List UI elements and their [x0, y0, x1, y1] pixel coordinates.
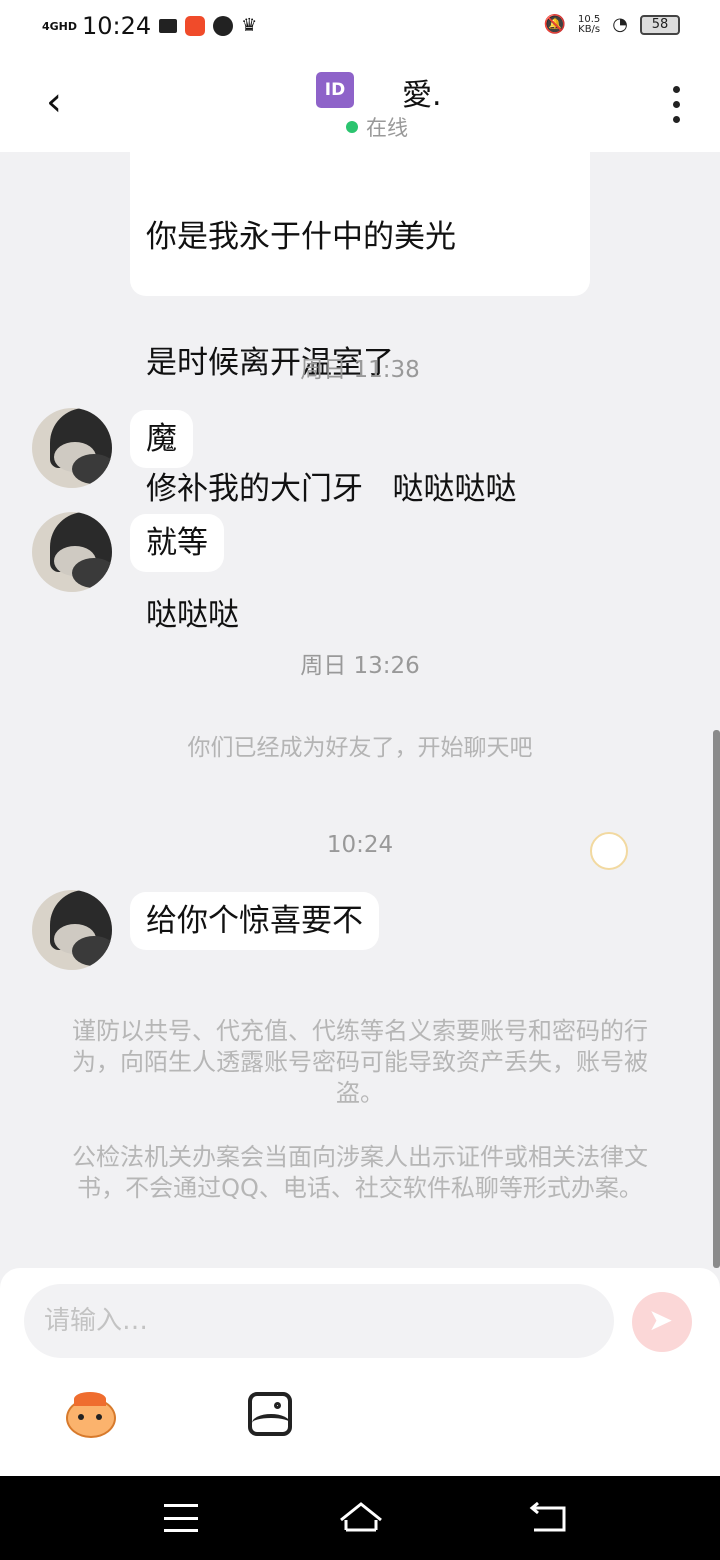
crown-icon: ♛ — [241, 15, 258, 36]
recent-apps-button[interactable] — [164, 1504, 198, 1532]
mute-icon: 🔕 — [543, 14, 567, 35]
message-bubble[interactable]: 你是我永于什中的美光 是时候离开温室了 修补我的大门牙 哒哒哒哒 哒哒哒 — [130, 152, 590, 633]
message-bubble[interactable]: 就等 — [130, 514, 224, 572]
online-dot-icon — [346, 121, 358, 133]
chat-header: ‹ ID 愛. 在线 — [0, 56, 720, 152]
message-line: 你是我永于什中的美光 — [146, 219, 456, 255]
more-dot — [672, 116, 680, 123]
more-dot — [672, 86, 680, 93]
send-button[interactable]: ➤ — [632, 1292, 692, 1352]
back-nav-button[interactable] — [528, 1501, 568, 1538]
more-dot — [672, 101, 680, 108]
message-timestamp: 周日 13:26 — [300, 653, 420, 679]
system-nav-bar — [0, 1476, 720, 1560]
avatar[interactable] — [32, 890, 112, 970]
chat-area[interactable]: 你是我永于什中的美光 是时候离开温室了 修补我的大门牙 哒哒哒哒 哒哒哒 周日 … — [0, 152, 720, 1268]
wifi-icon: ◔ — [612, 14, 628, 35]
floating-ball[interactable] — [590, 832, 628, 870]
message-timestamp: 周日 11:38 — [300, 357, 420, 383]
play-icon — [213, 16, 234, 36]
status-bar: 4GHD 10:24 ♛ 🔕 10.5 KB/s ◔ 58 — [0, 0, 720, 56]
avatar[interactable] — [32, 408, 112, 488]
status-right: 🔕 10.5 KB/s ◔ 58 — [544, 14, 680, 35]
security-warning: 公检法机关办案会当面向涉案人出示证件或相关法律文书，不会通过QQ、电话、社交软件… — [72, 1143, 648, 1202]
message-line: 哒哒哒 — [146, 597, 239, 633]
send-icon: ➤ — [648, 1303, 674, 1338]
friend-notice: 你们已经成为好友了，开始聊天吧 — [187, 735, 533, 761]
online-status-text: 在线 — [366, 116, 408, 140]
network-speed-unit: KB/s — [578, 23, 601, 35]
status-time: 10:24 — [82, 12, 152, 40]
home-icon — [340, 1502, 382, 1532]
signal-indicator: 4GHD — [42, 19, 78, 33]
message-line: 修补我的大门牙 哒哒哒哒 — [146, 471, 517, 507]
message-input[interactable] — [24, 1284, 614, 1358]
video-camera-icon — [159, 19, 178, 33]
back-button[interactable]: ‹ — [46, 80, 82, 128]
back-nav-icon — [529, 1501, 566, 1532]
emoji-icon[interactable] — [62, 1392, 118, 1440]
status-left: 4GHD 10:24 ♛ — [42, 12, 261, 40]
network-speed: 10.5 KB/s — [578, 14, 601, 35]
battery-icon: 58 — [640, 14, 680, 35]
message-bubble[interactable]: 给你个惊喜要不 — [130, 892, 379, 950]
id-badge: ID — [316, 72, 354, 108]
more-menu-button[interactable] — [668, 86, 684, 123]
home-button[interactable] — [338, 1500, 384, 1534]
message-bubble[interactable]: 魔 — [130, 410, 193, 468]
app-icon — [185, 16, 206, 36]
online-status: 在线 — [346, 112, 408, 142]
input-bar: ➤ — [0, 1268, 720, 1476]
avatar[interactable] — [32, 512, 112, 592]
chat-title[interactable]: 愛. — [402, 70, 442, 114]
security-warning: 谨防以共号、代充值、代练等名义索要账号和密码的行为，向陌生人透露账号密码可能导致… — [72, 1017, 648, 1107]
scrollbar[interactable] — [713, 730, 720, 1268]
image-icon[interactable] — [248, 1392, 292, 1436]
